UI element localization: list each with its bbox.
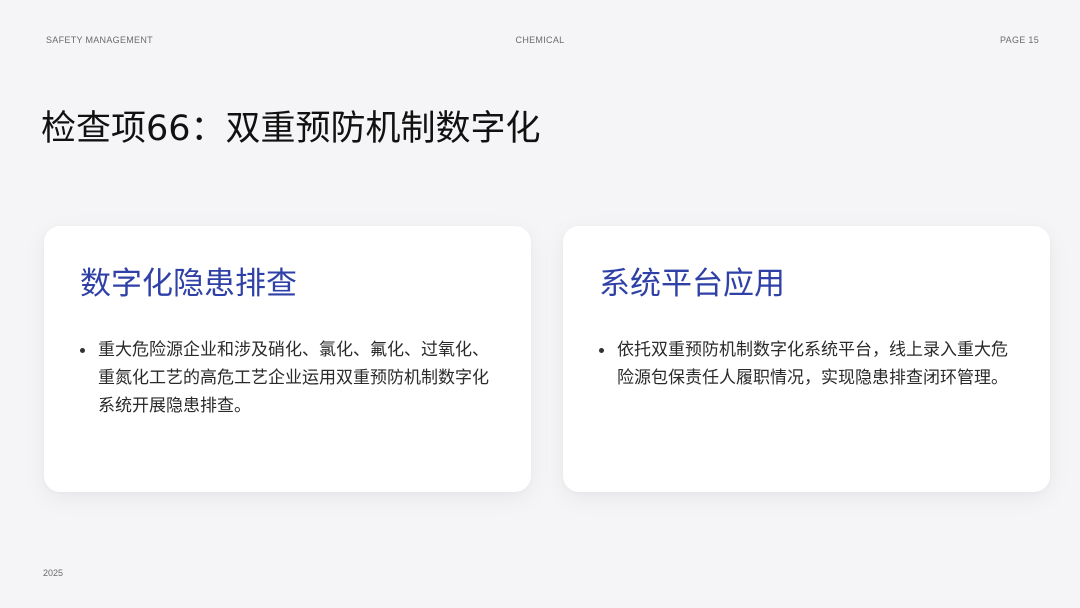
page-number: PAGE 15 [1000, 35, 1039, 45]
bullet-item: 依托双重预防机制数字化系统平台，线上录入重大危险源包保责任人履职情况，实现隐患排… [599, 336, 1014, 392]
footer-year: 2025 [43, 568, 64, 578]
slide: SAFETY MANAGEMENT CHEMICAL PAGE 15 检查项66… [0, 0, 1080, 608]
header-category-label: CHEMICAL [515, 35, 565, 45]
card-platform-application: 系统平台应用 依托双重预防机制数字化系统平台，线上录入重大危险源包保责任人履职情… [563, 226, 1050, 492]
bullet-dot-icon [80, 348, 85, 354]
bullet-text: 重大危险源企业和涉及硝化、氯化、氟化、过氧化、重氮化工艺的高危工艺企业运用双重预… [98, 340, 489, 417]
card-title: 系统平台应用 [599, 266, 785, 302]
page-title: 检查项66：双重预防机制数字化 [41, 109, 541, 149]
bullet-text: 依托双重预防机制数字化系统平台，线上录入重大危险源包保责任人履职情况，实现隐患排… [617, 340, 1008, 389]
bullet-item: 重大危险源企业和涉及硝化、氯化、氟化、过氧化、重氮化工艺的高危工艺企业运用双重预… [80, 336, 495, 420]
bullet-dot-icon [599, 348, 604, 354]
card-title: 数字化隐患排查 [80, 266, 297, 302]
card-digital-hazard-inspection: 数字化隐患排查 重大危险源企业和涉及硝化、氯化、氟化、过氧化、重氮化工艺的高危工… [44, 226, 531, 492]
